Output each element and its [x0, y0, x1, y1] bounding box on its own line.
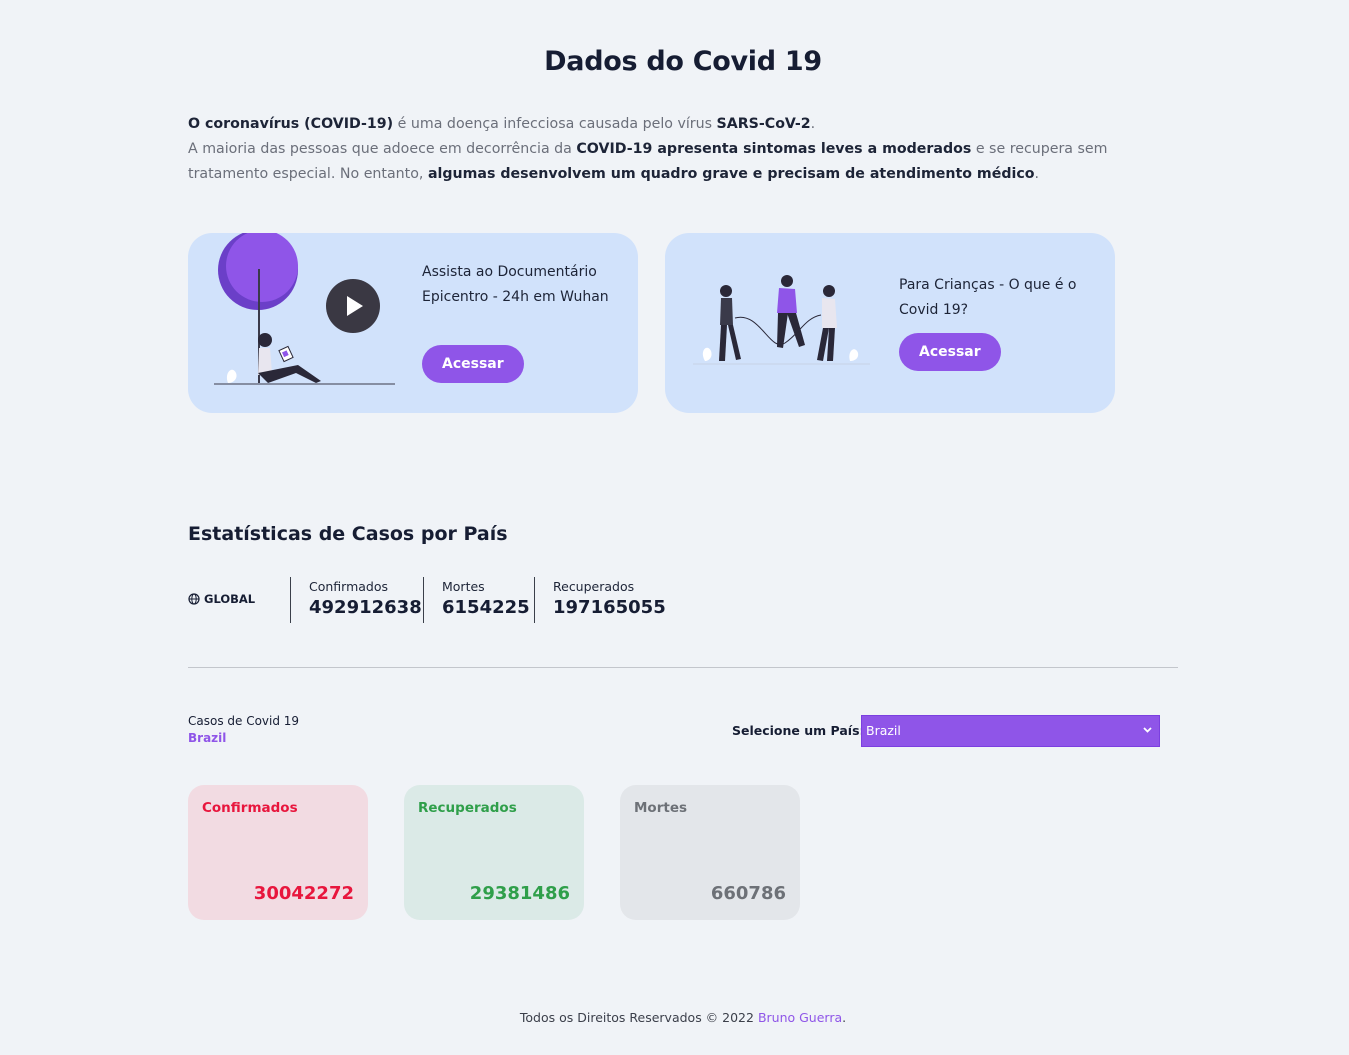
documentary-access-button[interactable]: Acessar [422, 345, 524, 383]
kids-jumping-rope-illustration [693, 275, 870, 365]
global-confirmed-value: 492912638 [309, 597, 422, 618]
stats-title: Estatísticas de Casos por País [188, 523, 508, 545]
divider [188, 667, 1178, 668]
confirmed-card: Confirmados 30042272 [188, 785, 368, 920]
recovered-value: 29381486 [469, 883, 570, 904]
recovered-card: Recuperados 29381486 [404, 785, 584, 920]
global-recovered-stat: Recuperados 197165055 [534, 577, 666, 623]
confirmed-label: Confirmados [202, 800, 298, 816]
recovered-label: Recuperados [418, 800, 517, 816]
footer: Todos os Direitos Reservados © 2022 Brun… [0, 1010, 1349, 1025]
documentary-card-text: Assista ao Documentário Epicentro - 24h … [422, 264, 609, 305]
deaths-value: 660786 [710, 883, 786, 904]
country-cases-header: Casos de Covid 19 Brazil [188, 714, 299, 745]
intro-text: O coronavírus (COVID-19) é uma doença in… [188, 112, 1128, 187]
chevron-down-icon [1143, 727, 1152, 733]
page-title: Dados do Covid 19 [544, 46, 822, 77]
intro-span: é uma doença infecciosa causada pelo vír… [393, 116, 717, 132]
footer-end: . [842, 1010, 847, 1025]
confirmed-value: 30042272 [253, 883, 354, 904]
global-confirmed-label: Confirmados [309, 579, 389, 594]
footer-text: Todos os Direitos Reservados © 2022 [519, 1010, 758, 1025]
deaths-card: Mortes 660786 [620, 785, 800, 920]
intro-span: A maioria das pessoas que adoece em deco… [188, 141, 577, 157]
globe-icon [188, 593, 200, 605]
country-select-value: Brazil [866, 723, 901, 738]
global-deaths-value: 6154225 [442, 597, 530, 618]
intro-bold: algumas desenvolvem um quadro grave e pr… [427, 166, 1035, 182]
author-link[interactable]: Bruno Guerra [758, 1010, 842, 1025]
global-deaths-label: Mortes [442, 579, 485, 594]
kids-card: Para Crianças - O que é o Covid 19? Aces… [665, 233, 1115, 413]
global-recovered-label: Recuperados [553, 579, 635, 594]
kids-access-button[interactable]: Acessar [899, 333, 1001, 371]
intro-span: . [1034, 166, 1040, 182]
global-deaths-stat: Mortes 6154225 [423, 577, 530, 623]
kids-card-text: Para Crianças - O que é o Covid 19? [899, 277, 1077, 318]
deaths-label: Mortes [634, 800, 688, 816]
intro-bold: O coronavírus (COVID-19) [188, 116, 394, 132]
intro-bold: SARS-CoV-2 [716, 116, 811, 132]
intro-paragraph-2: A maioria das pessoas que adoece em deco… [188, 137, 1128, 187]
documentary-card: Assista ao Documentário Epicentro - 24h … [188, 233, 638, 413]
global-label: GLOBAL [188, 592, 255, 606]
country-name: Brazil [188, 731, 227, 745]
country-select[interactable]: Brazil [861, 715, 1160, 747]
woman-reading-tree-illustration [214, 233, 395, 385]
global-confirmed-stat: Confirmados 492912638 [290, 577, 422, 623]
country-select-label: Selecione um País: [732, 723, 865, 738]
global-recovered-value: 197165055 [553, 597, 666, 618]
country-cases-title: Casos de Covid 19 [188, 714, 300, 728]
global-text: GLOBAL [204, 592, 256, 606]
intro-paragraph-1: O coronavírus (COVID-19) é uma doença in… [188, 112, 1128, 137]
intro-span: . [810, 116, 816, 132]
intro-bold: COVID-19 apresenta sintomas leves a mode… [576, 141, 972, 157]
play-icon[interactable] [326, 279, 380, 333]
